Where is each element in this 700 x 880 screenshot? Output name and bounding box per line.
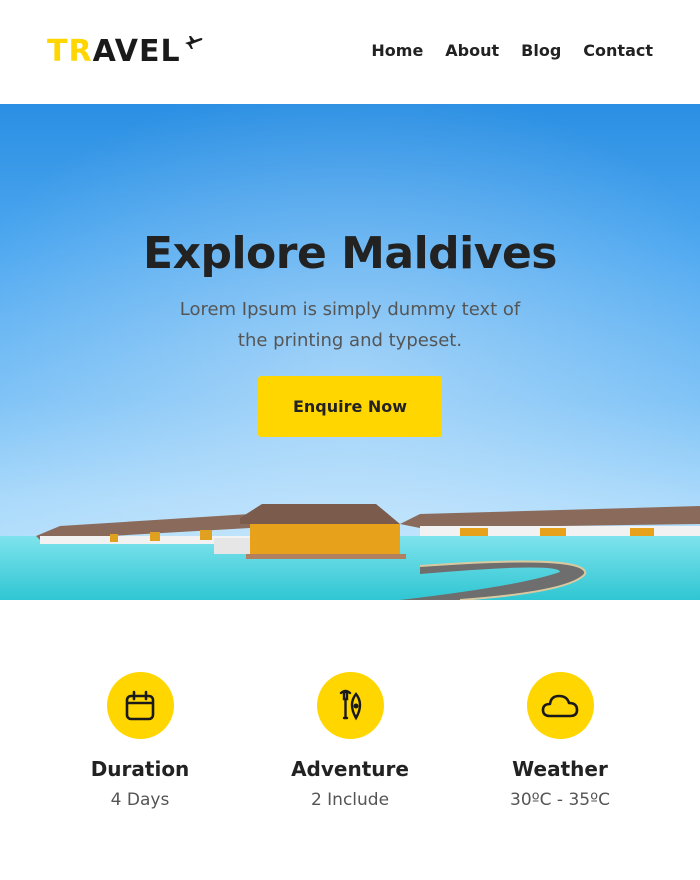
calendar-icon-badge xyxy=(106,672,174,739)
feature-value: 4 Days xyxy=(110,790,170,810)
cloud-icon-badge xyxy=(526,672,594,739)
nav-home[interactable]: Home xyxy=(371,40,423,62)
enquire-now-button[interactable]: Enquire Now xyxy=(258,376,442,437)
feature-weather: Weather 30ºC - 35ºC xyxy=(460,672,660,812)
paddle-icon-badge xyxy=(316,672,384,739)
site-header: TRAVEL Home About Blog Contact xyxy=(0,0,700,104)
airplane-icon xyxy=(185,36,203,49)
hero-subtitle: Lorem Ipsum is simply dummy text of the … xyxy=(179,299,521,351)
feature-duration: Duration 4 Days xyxy=(40,672,240,812)
logo-text: TRAVEL xyxy=(47,34,181,69)
cloud-icon xyxy=(541,694,579,717)
paddle-icon xyxy=(339,689,362,720)
feature-title: Weather xyxy=(512,757,608,781)
feature-value: 30ºC - 35ºC xyxy=(510,790,610,810)
nav-contact[interactable]: Contact xyxy=(583,40,653,62)
main-nav: Home About Blog Contact xyxy=(349,40,653,62)
hero-title: Explore Maldives xyxy=(143,228,557,279)
features-section: Duration 4 Days Adventure 2 Include Weat… xyxy=(0,600,700,880)
feature-title: Adventure xyxy=(291,757,409,781)
feature-adventure: Adventure 2 Include xyxy=(250,672,450,812)
travel-logo[interactable]: TRAVEL xyxy=(47,34,207,74)
feature-title: Duration xyxy=(90,757,190,781)
feature-value: 2 Include xyxy=(310,790,390,810)
hero-section: Explore Maldives Lorem Ipsum is simply d… xyxy=(0,104,700,600)
nav-about[interactable]: About xyxy=(445,40,499,62)
calendar-icon xyxy=(125,690,155,720)
nav-blog[interactable]: Blog xyxy=(521,40,561,62)
